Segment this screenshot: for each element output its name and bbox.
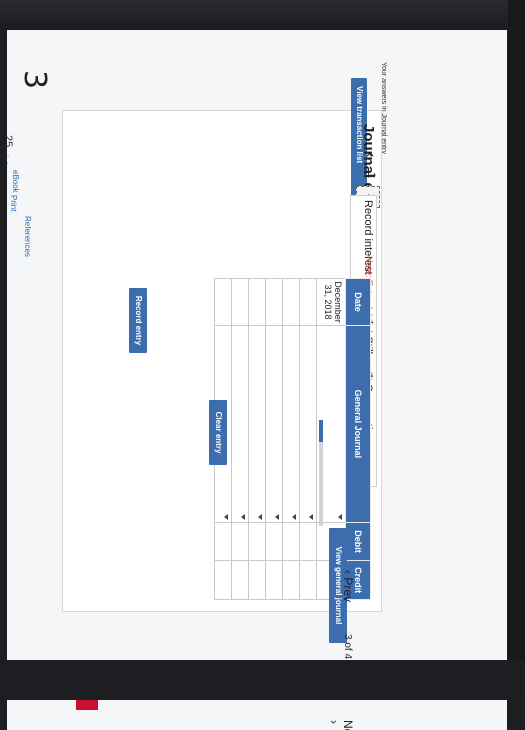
dropdown-caret-icon[interactable]	[292, 513, 296, 520]
debit-input[interactable]	[265, 522, 283, 561]
monitor-bezel-bottom	[0, 660, 525, 700]
table-row	[248, 278, 266, 600]
table-row	[282, 278, 300, 600]
monitor-bezel-top	[0, 0, 525, 30]
dropdown-caret-icon[interactable]	[309, 513, 313, 520]
ebook-link[interactable]: eBook	[11, 170, 20, 193]
debit-input[interactable]	[299, 522, 317, 561]
debit-input[interactable]	[282, 522, 300, 561]
record-entry-button[interactable]: Record entry	[129, 288, 147, 353]
next-link[interactable]: Next ›	[327, 720, 355, 730]
date-cell	[231, 278, 249, 326]
general-journal-select[interactable]	[299, 325, 317, 523]
references-link[interactable]: References	[23, 216, 32, 257]
debit-input[interactable]	[248, 522, 266, 561]
general-journal-select[interactable]	[282, 325, 300, 523]
table-row	[265, 278, 283, 600]
credit-input[interactable]	[299, 560, 317, 600]
date-cell: December 31, 2018	[316, 278, 346, 326]
date-cell	[214, 278, 232, 326]
table-header-row: Date General Journal Debit Credit	[345, 278, 371, 600]
header-date: Date	[345, 278, 371, 326]
date-cell	[282, 278, 300, 326]
general-journal-select[interactable]	[265, 325, 283, 523]
nav-number-1[interactable]: 1	[365, 166, 377, 184]
credit-input[interactable]	[248, 560, 266, 600]
progress-track	[319, 436, 323, 526]
header-general-journal: General Journal	[345, 325, 371, 523]
dropdown-caret-icon[interactable]	[224, 513, 228, 520]
progress-fill	[319, 420, 323, 442]
credit-input[interactable]	[214, 560, 232, 600]
general-journal-select[interactable]	[231, 325, 249, 523]
browser-screen: 3 25 points eBook Print References Mc Gr…	[7, 30, 507, 730]
dropdown-caret-icon[interactable]	[258, 513, 262, 520]
general-journal-select[interactable]	[248, 325, 266, 523]
page-count: 3 of 4	[342, 634, 353, 659]
table-row	[299, 278, 317, 600]
credit-input[interactable]	[231, 560, 249, 600]
left-chevron-icon[interactable]: ‹	[361, 152, 379, 157]
dropdown-caret-icon[interactable]	[338, 513, 342, 520]
dropdown-caret-icon[interactable]	[241, 513, 245, 520]
table-row	[231, 278, 249, 600]
journal-table: Date General Journal Debit Credit Decemb…	[214, 278, 371, 600]
monitor-bezel-right	[508, 0, 525, 700]
page-total: 4	[342, 653, 353, 660]
prev-label[interactable]: Prev	[341, 577, 355, 602]
date-cell	[265, 278, 283, 326]
page-of: of	[342, 642, 353, 651]
prev-link[interactable]: ‹ Prev	[341, 570, 355, 602]
header-debit: Debit	[345, 522, 371, 561]
credit-input[interactable]	[265, 560, 283, 600]
credit-input[interactable]	[282, 560, 300, 600]
date-cell	[248, 278, 266, 326]
clear-entry-button[interactable]: Clear entry	[209, 400, 227, 465]
date-cell	[299, 278, 317, 326]
question-number: 3	[17, 70, 52, 90]
next-label[interactable]: Next	[341, 720, 355, 730]
points-label: points	[7, 145, 10, 170]
page-current: 3	[342, 634, 353, 640]
print-link[interactable]: Print	[9, 195, 18, 211]
debit-input[interactable]	[214, 522, 232, 561]
dropdown-caret-icon[interactable]	[275, 513, 279, 520]
debit-input[interactable]	[231, 522, 249, 561]
